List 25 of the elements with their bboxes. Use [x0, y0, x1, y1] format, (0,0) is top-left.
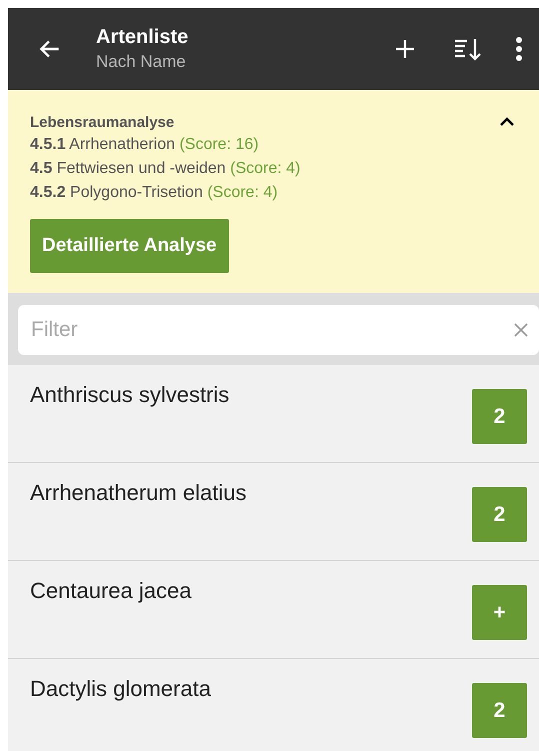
collapse-button[interactable]	[499, 116, 515, 126]
species-name: Dactylis glomerata	[30, 675, 211, 703]
abundance-badge[interactable]: 2	[472, 389, 527, 444]
analysis-title: Lebensraumanalyse	[30, 113, 174, 133]
habitat-result: 4.5.1 Arrhenatherion (Score: 16)	[30, 135, 260, 155]
species-name: Arrhenatherum elatius	[30, 479, 246, 507]
species-name: Centaurea jacea	[30, 577, 192, 605]
species-row[interactable]: Dactylis glomerata 2	[8, 659, 539, 751]
species-row[interactable]: Centaurea jacea +	[8, 561, 539, 659]
detailed-analysis-button[interactable]: Detaillierte Analyse	[30, 219, 229, 273]
habitat-result: 4.5 Fettwiesen und -weiden (Score: 4)	[30, 159, 302, 179]
more-icon	[515, 36, 523, 62]
habitat-result: 4.5.2 Polygono-Trisetion (Score: 4)	[30, 183, 279, 203]
screen-title: Artenliste	[96, 25, 188, 50]
species-row[interactable]: Arrhenatherum elatius 2	[8, 463, 539, 561]
species-name: Anthriscus sylvestris	[30, 381, 230, 409]
filter-field[interactable]: Filter	[18, 305, 539, 355]
chevron-up-icon	[499, 116, 515, 126]
abundance-badge[interactable]: 2	[472, 683, 527, 738]
clear-icon[interactable]	[513, 322, 529, 338]
abundance-badge[interactable]: 2	[472, 487, 527, 542]
screen-subtitle: Nach Name	[96, 51, 187, 73]
species-row[interactable]: Anthriscus sylvestris 2	[8, 365, 539, 463]
abundance-badge[interactable]: +	[472, 585, 527, 640]
plus-icon	[393, 37, 417, 61]
